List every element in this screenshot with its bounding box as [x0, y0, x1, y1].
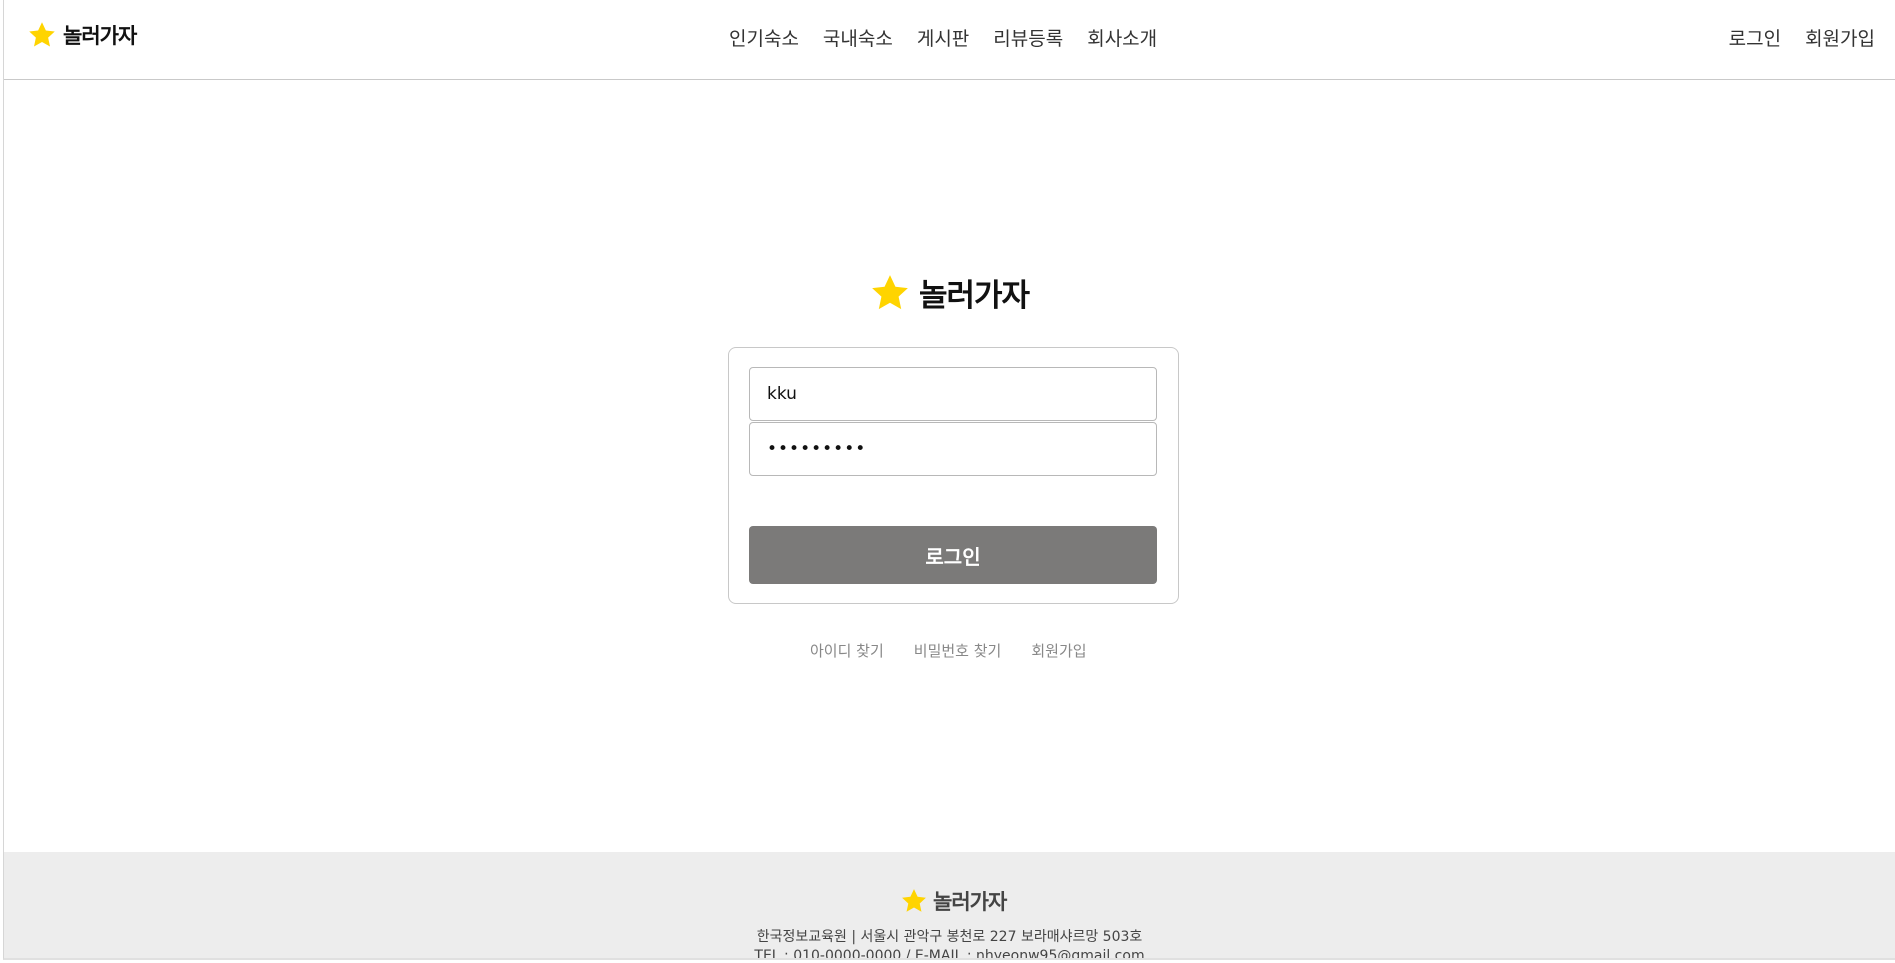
nav-write-review[interactable]: 리뷰등록: [993, 24, 1063, 51]
nav-domestic-stays[interactable]: 국내숙소: [823, 24, 893, 51]
find-password-link[interactable]: 비밀번호 찾기: [914, 640, 1002, 661]
star-icon: [29, 22, 55, 47]
signup-link[interactable]: 회원가입: [1031, 640, 1086, 661]
login-button[interactable]: 로그인: [749, 526, 1157, 584]
password-input[interactable]: [749, 422, 1157, 476]
brand-text: 놀러가자: [919, 278, 1030, 314]
star-icon: [902, 889, 926, 912]
login-form: 로그인: [728, 347, 1179, 604]
header-signup-link[interactable]: 회원가입: [1805, 24, 1875, 51]
site-header: 놀러가자 인기숙소 국내숙소 게시판 리뷰등록 회사소개 로그인 회원가입: [4, 0, 1895, 80]
nav-board[interactable]: 게시판: [917, 24, 969, 51]
login-brand: 놀러가자: [869, 270, 1030, 315]
nav-popular-stays[interactable]: 인기숙소: [729, 24, 799, 51]
find-id-link[interactable]: 아이디 찾기: [810, 640, 884, 661]
footer-address: 한국정보교육원 | 서울시 관악구 봉천로 227 보라매샤르망 503호: [756, 929, 1143, 945]
nav-about-company[interactable]: 회사소개: [1087, 24, 1157, 51]
username-input[interactable]: [749, 367, 1157, 421]
main-nav: 인기숙소 국내숙소 게시판 리뷰등록 회사소개: [729, 24, 1157, 51]
footer-brand-text: 놀러가자: [933, 890, 1007, 914]
account-help-links: 아이디 찾기 비밀번호 찾기 회원가입: [810, 640, 1087, 661]
footer-logo: 놀러가자: [900, 886, 1007, 916]
page-frame: 놀러가자 인기숙소 국내숙소 게시판 리뷰등록 회사소개 로그인 회원가입 놀러…: [3, 0, 1895, 960]
header-logo[interactable]: 놀러가자: [27, 20, 137, 50]
auth-links: 로그인 회원가입: [1729, 24, 1875, 51]
star-icon: [872, 274, 908, 309]
logo-text: 놀러가자: [63, 24, 137, 48]
site-footer: 놀러가자 한국정보교육원 | 서울시 관악구 봉천로 227 보라매샤르망 50…: [4, 852, 1895, 960]
header-login-link[interactable]: 로그인: [1729, 24, 1781, 51]
footer-contact: TEL : 010-0000-0000 / E-MAIL : nhyeonw95…: [754, 948, 1145, 960]
